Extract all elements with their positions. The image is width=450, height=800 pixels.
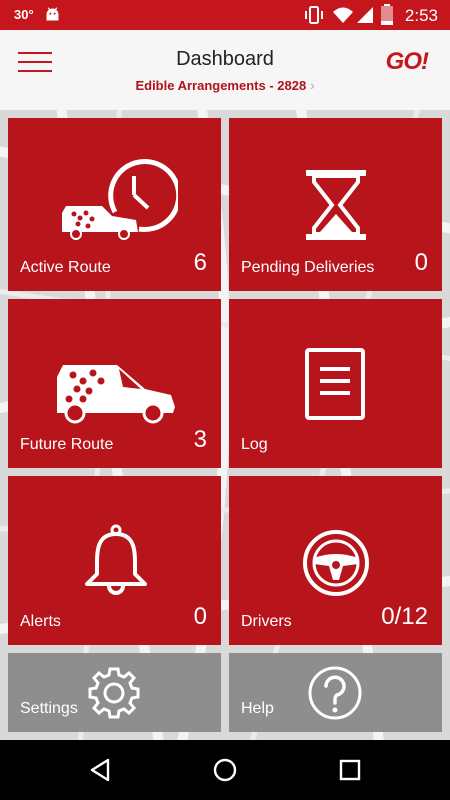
tile-log[interactable]: Log [229,299,442,468]
app-header: Dashboard Edible Arrangements - 2828 › GO… [0,30,450,110]
tile-label: Help [241,700,274,717]
tile-label: Pending Deliveries [241,259,375,276]
store-selector[interactable]: Edible Arrangements - 2828 › [0,78,450,93]
system-nav-bar [0,740,450,800]
question-icon [308,666,362,720]
clock-text: 2:53 [404,6,438,25]
tile-label: Active Route [20,259,111,276]
tile-count: 3 [193,426,207,453]
tile-label: Future Route [20,436,114,453]
hourglass-icon [306,170,366,240]
tile-drivers[interactable]: Drivers 0/12 [229,476,442,645]
tile-label: Alerts [20,613,61,630]
van-icon [57,365,175,424]
tile-alerts[interactable]: Alerts 0 [8,476,221,645]
tile-label: Drivers [241,613,292,630]
temperature-text: 30° [14,7,34,22]
tile-pending-deliveries[interactable]: Pending Deliveries 0 [229,118,442,291]
tile-settings[interactable]: Settings [8,653,221,732]
tile-future-route[interactable]: Future Route 3 [8,299,221,468]
tile-count: 0 [414,249,428,276]
back-icon[interactable] [87,757,113,783]
status-bar: 30° 2:53 [0,0,450,30]
bell-icon [85,524,147,595]
recents-icon[interactable] [337,757,363,783]
tile-count: 0/12 [381,603,428,630]
van-clock-icon [62,159,178,240]
store-name: Edible Arrangements - 2828 [135,78,307,93]
tile-help[interactable]: Help [229,653,442,732]
go-logo: GO! [385,48,429,75]
chevron-right-icon: › [310,78,315,93]
android-icon [46,7,59,21]
gear-icon [88,667,140,719]
tile-count: 0 [193,603,207,630]
vibrate-icon [305,6,323,24]
tile-label: Log [241,436,268,453]
battery-icon [381,4,393,25]
document-icon [305,348,365,420]
tile-active-route[interactable]: Active Route 6 [8,118,221,291]
tile-count: 6 [193,249,207,276]
wifi-icon [333,7,353,23]
signal-icon [357,7,373,23]
steering-wheel-icon [303,530,369,596]
home-icon[interactable] [212,757,238,783]
tile-label: Settings [20,700,78,717]
page-title: Dashboard [176,48,274,70]
